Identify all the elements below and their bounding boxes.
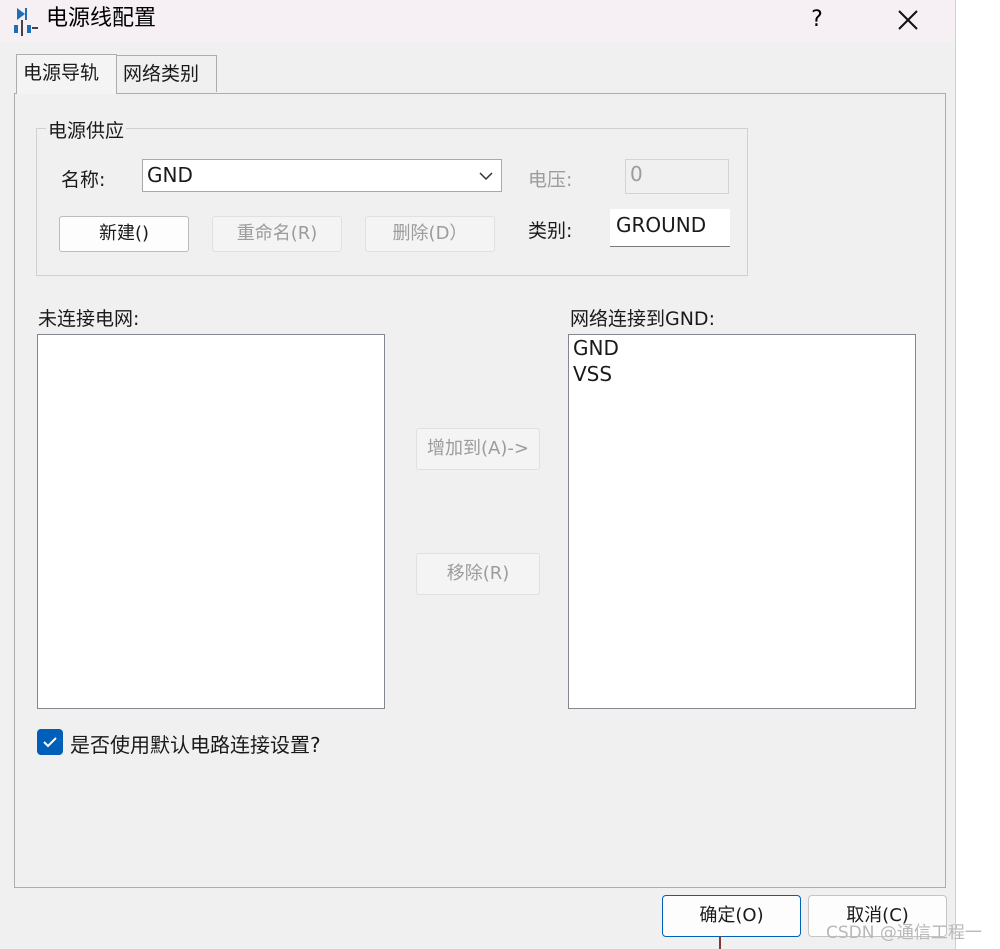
type-label: 类别:	[528, 220, 573, 242]
watermark: CSDN @通信工程一	[826, 923, 982, 943]
unconnected-nets-label: 未连接电网:	[38, 308, 140, 330]
power-app-icon	[14, 8, 38, 36]
voltage-label: 电压:	[528, 169, 573, 191]
add-to-button[interactable]: 增加到(A)->	[416, 428, 540, 470]
power-supply-group-title: 电源供应	[46, 116, 127, 143]
new-button[interactable]: 新建()	[59, 216, 189, 252]
remove-button[interactable]: 移除(R)	[416, 553, 540, 595]
type-field[interactable]: GROUND	[610, 209, 730, 247]
name-combobox-value: GND	[147, 163, 193, 187]
close-icon[interactable]	[890, 4, 926, 36]
connected-nets-label: 网络连接到GND:	[570, 308, 715, 330]
list-item[interactable]: GND	[569, 335, 915, 361]
checkmark-icon	[43, 737, 57, 748]
tab-power-rails[interactable]: 电源导轨	[16, 54, 117, 94]
connected-nets-list[interactable]: GND VSS	[568, 334, 916, 709]
window-title: 电源线配置	[46, 6, 157, 31]
delete-button[interactable]: 删除(D）	[365, 216, 495, 252]
default-connection-label[interactable]: 是否使用默认电路连接设置?	[70, 729, 321, 758]
name-combobox[interactable]: GND	[142, 159, 502, 192]
list-item[interactable]: VSS	[569, 361, 915, 387]
resize-mark	[719, 936, 721, 949]
power-rail-config-dialog: 电源线配置 ? 电源导轨 网络类别 电源供应 名称: GND 电压: 0 新建(…	[0, 0, 956, 949]
title-bar[interactable]: 电源线配置 ?	[0, 0, 955, 42]
ok-button[interactable]: 确定(O)	[662, 895, 801, 937]
voltage-field: 0	[625, 159, 729, 194]
name-label: 名称:	[61, 169, 106, 191]
rename-button[interactable]: 重命名(R)	[212, 216, 342, 252]
help-button[interactable]: ?	[800, 4, 834, 36]
default-connection-checkbox[interactable]	[37, 729, 63, 755]
unconnected-nets-list[interactable]	[37, 334, 385, 709]
power-supply-group	[36, 128, 748, 276]
tab-net-classes[interactable]: 网络类别	[117, 55, 217, 92]
chevron-down-icon[interactable]	[479, 169, 493, 183]
